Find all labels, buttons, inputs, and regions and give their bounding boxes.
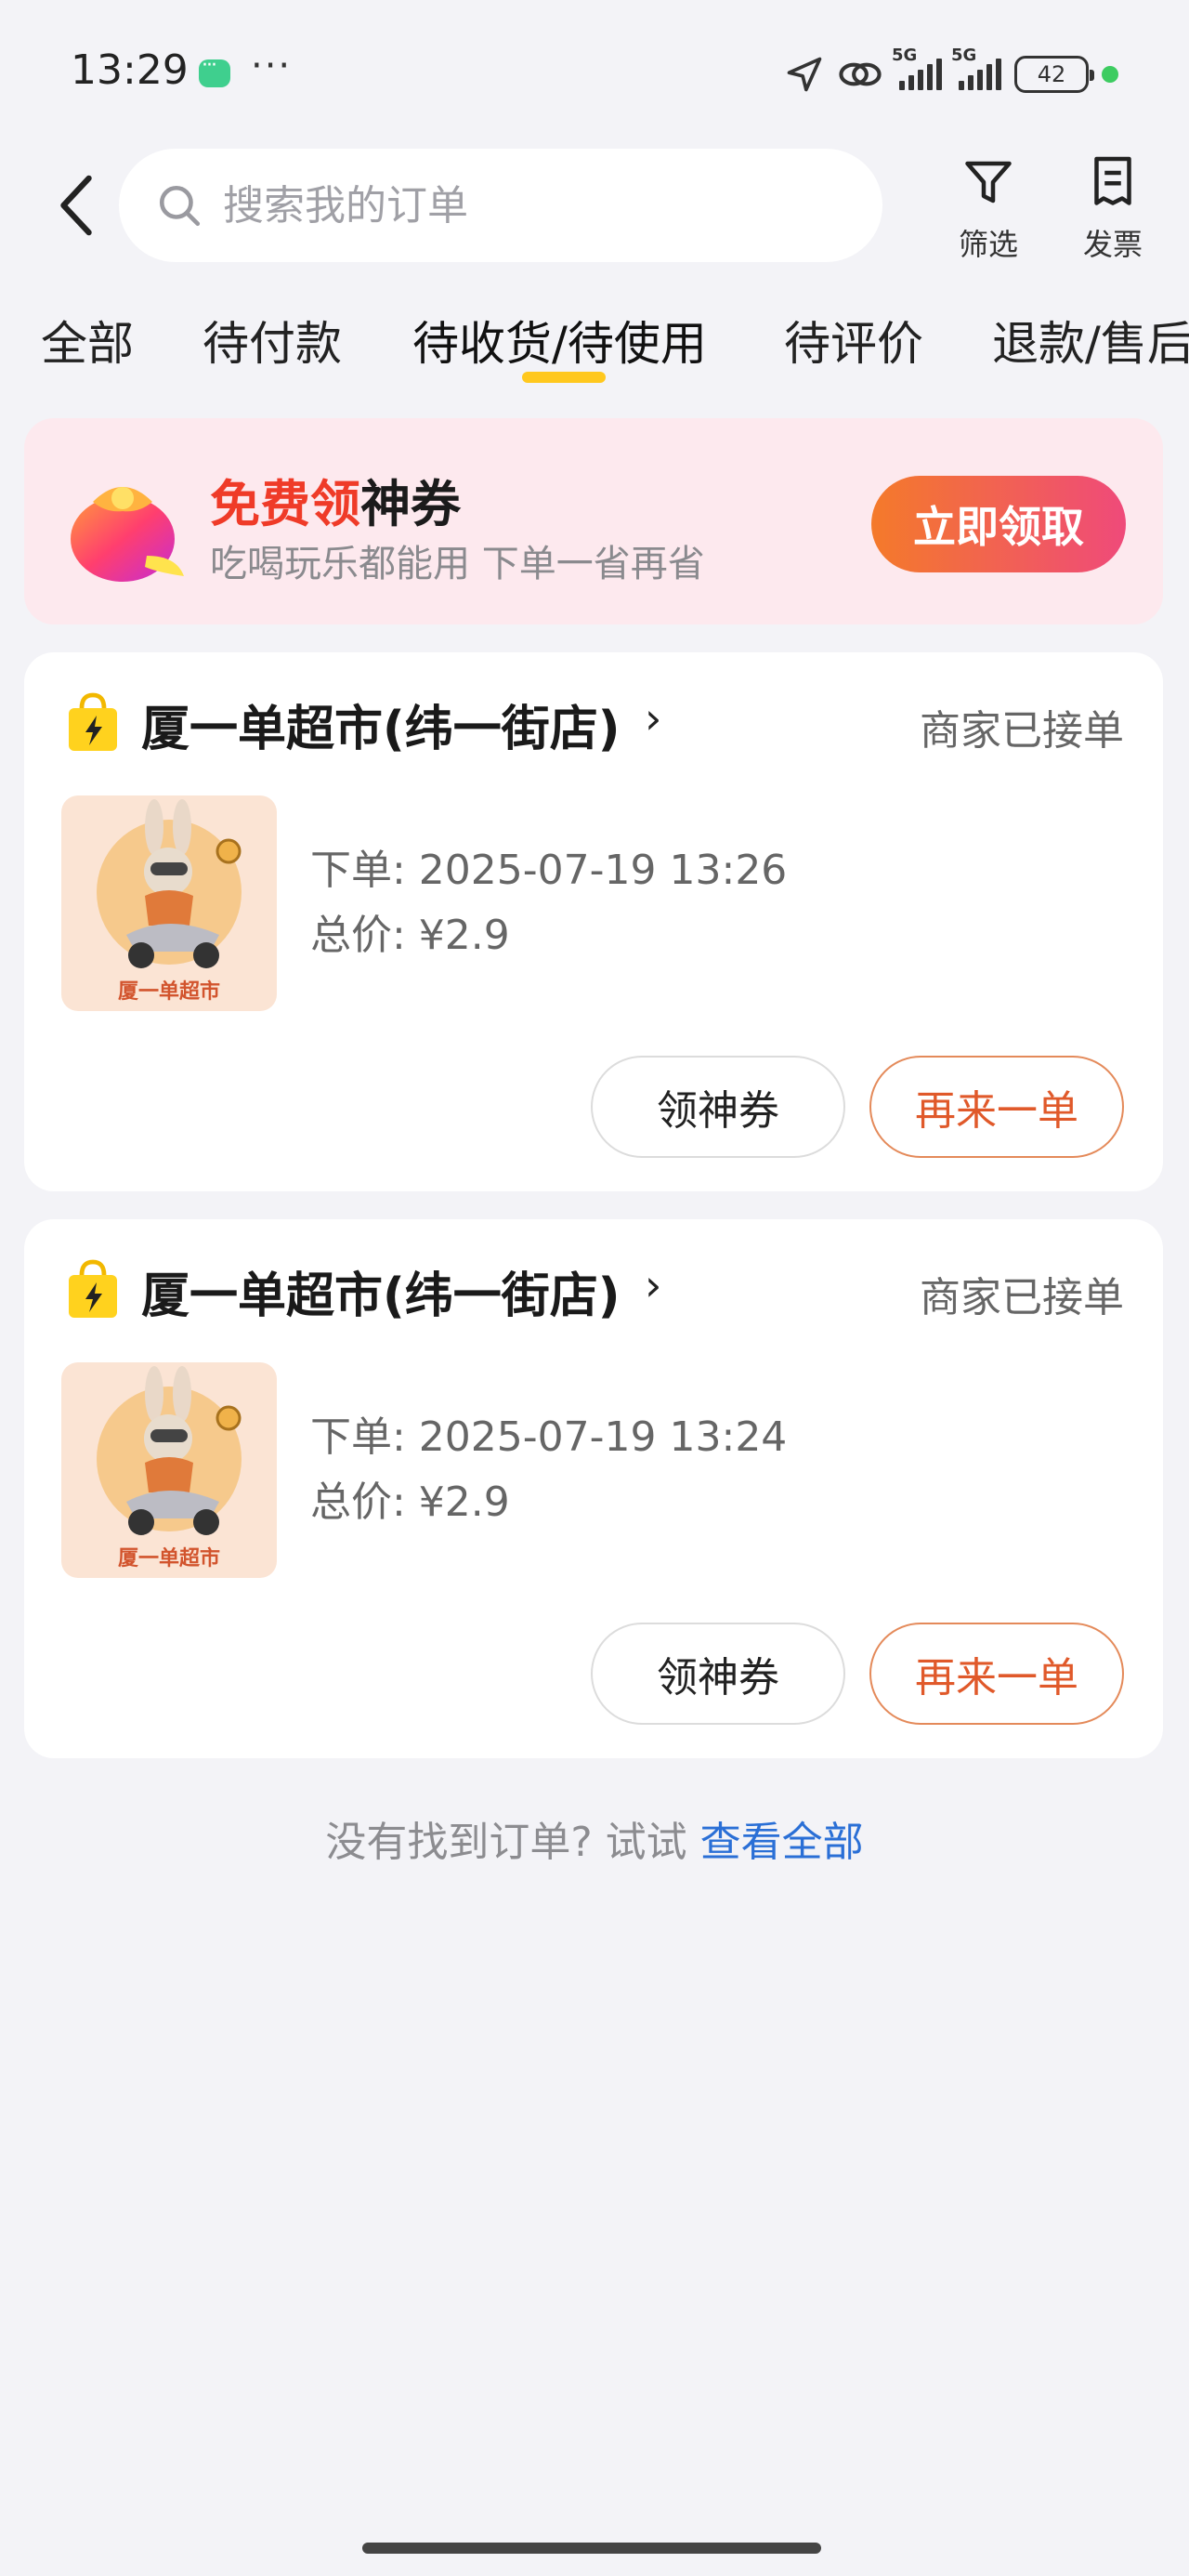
home-indicator[interactable] xyxy=(362,2543,821,2554)
signal-icon-2: 5G xyxy=(951,46,1001,90)
charging-indicator xyxy=(1102,66,1118,83)
search-icon xyxy=(159,185,201,227)
back-button[interactable] xyxy=(48,173,104,238)
filter-button[interactable]: 筛选 xyxy=(933,154,1044,264)
active-tab-indicator xyxy=(522,372,606,383)
rabbit-scooter-image: 厦一单超市 xyxy=(97,799,242,1004)
thumbnail-caption: 厦一单超市 xyxy=(118,979,220,1004)
promo-title: 免费领神券 xyxy=(210,463,461,536)
rabbit-scooter-image: 厦一单超市 xyxy=(97,1366,242,1571)
signal-icon: 5G xyxy=(892,46,942,90)
filter-icon xyxy=(965,161,1012,204)
order-status: 商家已接单 xyxy=(920,707,1124,755)
get-coupon-button[interactable]: 领神券 xyxy=(591,1056,845,1158)
filter-label: 筛选 xyxy=(958,227,1018,262)
tab-pending-payment[interactable]: 待付款 xyxy=(203,307,342,374)
thumbnail-caption: 厦一单超市 xyxy=(118,1546,220,1571)
claim-coupon-button[interactable]: 立即领取 xyxy=(871,476,1126,572)
reorder-button[interactable]: 再来一单 xyxy=(869,1623,1124,1725)
promo-title-highlight: 免费领 xyxy=(210,475,360,533)
tab-refund[interactable]: 退款/售后 xyxy=(992,307,1189,374)
promo-title-rest: 神券 xyxy=(360,475,461,533)
shop-name[interactable]: 厦一单超市(纬一街店) xyxy=(141,690,621,759)
reorder-button[interactable]: 再来一单 xyxy=(869,1056,1124,1158)
location-icon xyxy=(787,57,822,92)
shop-name[interactable]: 厦一单超市(纬一街店) xyxy=(141,1256,621,1326)
link-icon xyxy=(839,62,882,86)
product-thumbnail[interactable]: 厦一单超市 xyxy=(61,1362,277,1578)
product-thumbnail[interactable]: 厦一单超市 xyxy=(61,795,277,1011)
hint-text: 没有找到订单? 试试 xyxy=(325,1819,700,1866)
lucky-bag-icon xyxy=(71,487,184,582)
search-bar[interactable] xyxy=(119,149,882,262)
more-notifications-icon: ··· xyxy=(251,45,293,87)
promo-subtitle: 吃喝玩乐都能用 下单一省再省 xyxy=(210,543,705,585)
view-all-link[interactable]: 查看全部 xyxy=(700,1819,864,1866)
invoice-button[interactable]: 发票 xyxy=(1057,154,1169,264)
order-total: 总价: ¥2.9 xyxy=(310,912,510,959)
tab-all[interactable]: 全部 xyxy=(41,307,134,374)
shop-bag-icon xyxy=(69,1259,117,1318)
invoice-icon xyxy=(1094,156,1131,205)
get-coupon-button[interactable]: 领神券 xyxy=(591,1623,845,1725)
chat-notification-icon xyxy=(199,54,230,87)
status-time: 13:29 xyxy=(71,46,189,94)
search-input[interactable] xyxy=(223,181,817,230)
tab-pending-review[interactable]: 待评价 xyxy=(784,307,923,374)
order-total: 总价: ¥2.9 xyxy=(310,1479,510,1526)
shop-bag-icon xyxy=(69,692,117,751)
chevron-right-icon[interactable]: › xyxy=(645,1260,661,1310)
order-time: 下单: 2025-07-19 13:26 xyxy=(310,847,788,894)
chevron-right-icon[interactable]: › xyxy=(645,693,661,743)
invoice-label: 发票 xyxy=(1082,227,1143,262)
status-indicators: 5G 5G 42 xyxy=(784,46,1118,97)
no-order-hint: 没有找到订单? 试试 查看全部 xyxy=(0,1808,1189,1868)
back-arrow-icon xyxy=(60,175,92,236)
battery-icon: 42 xyxy=(1014,56,1094,93)
order-status: 商家已接单 xyxy=(920,1274,1124,1321)
order-time: 下单: 2025-07-19 13:24 xyxy=(310,1413,788,1461)
tab-pending-delivery[interactable]: 待收货/待使用 xyxy=(412,307,707,374)
